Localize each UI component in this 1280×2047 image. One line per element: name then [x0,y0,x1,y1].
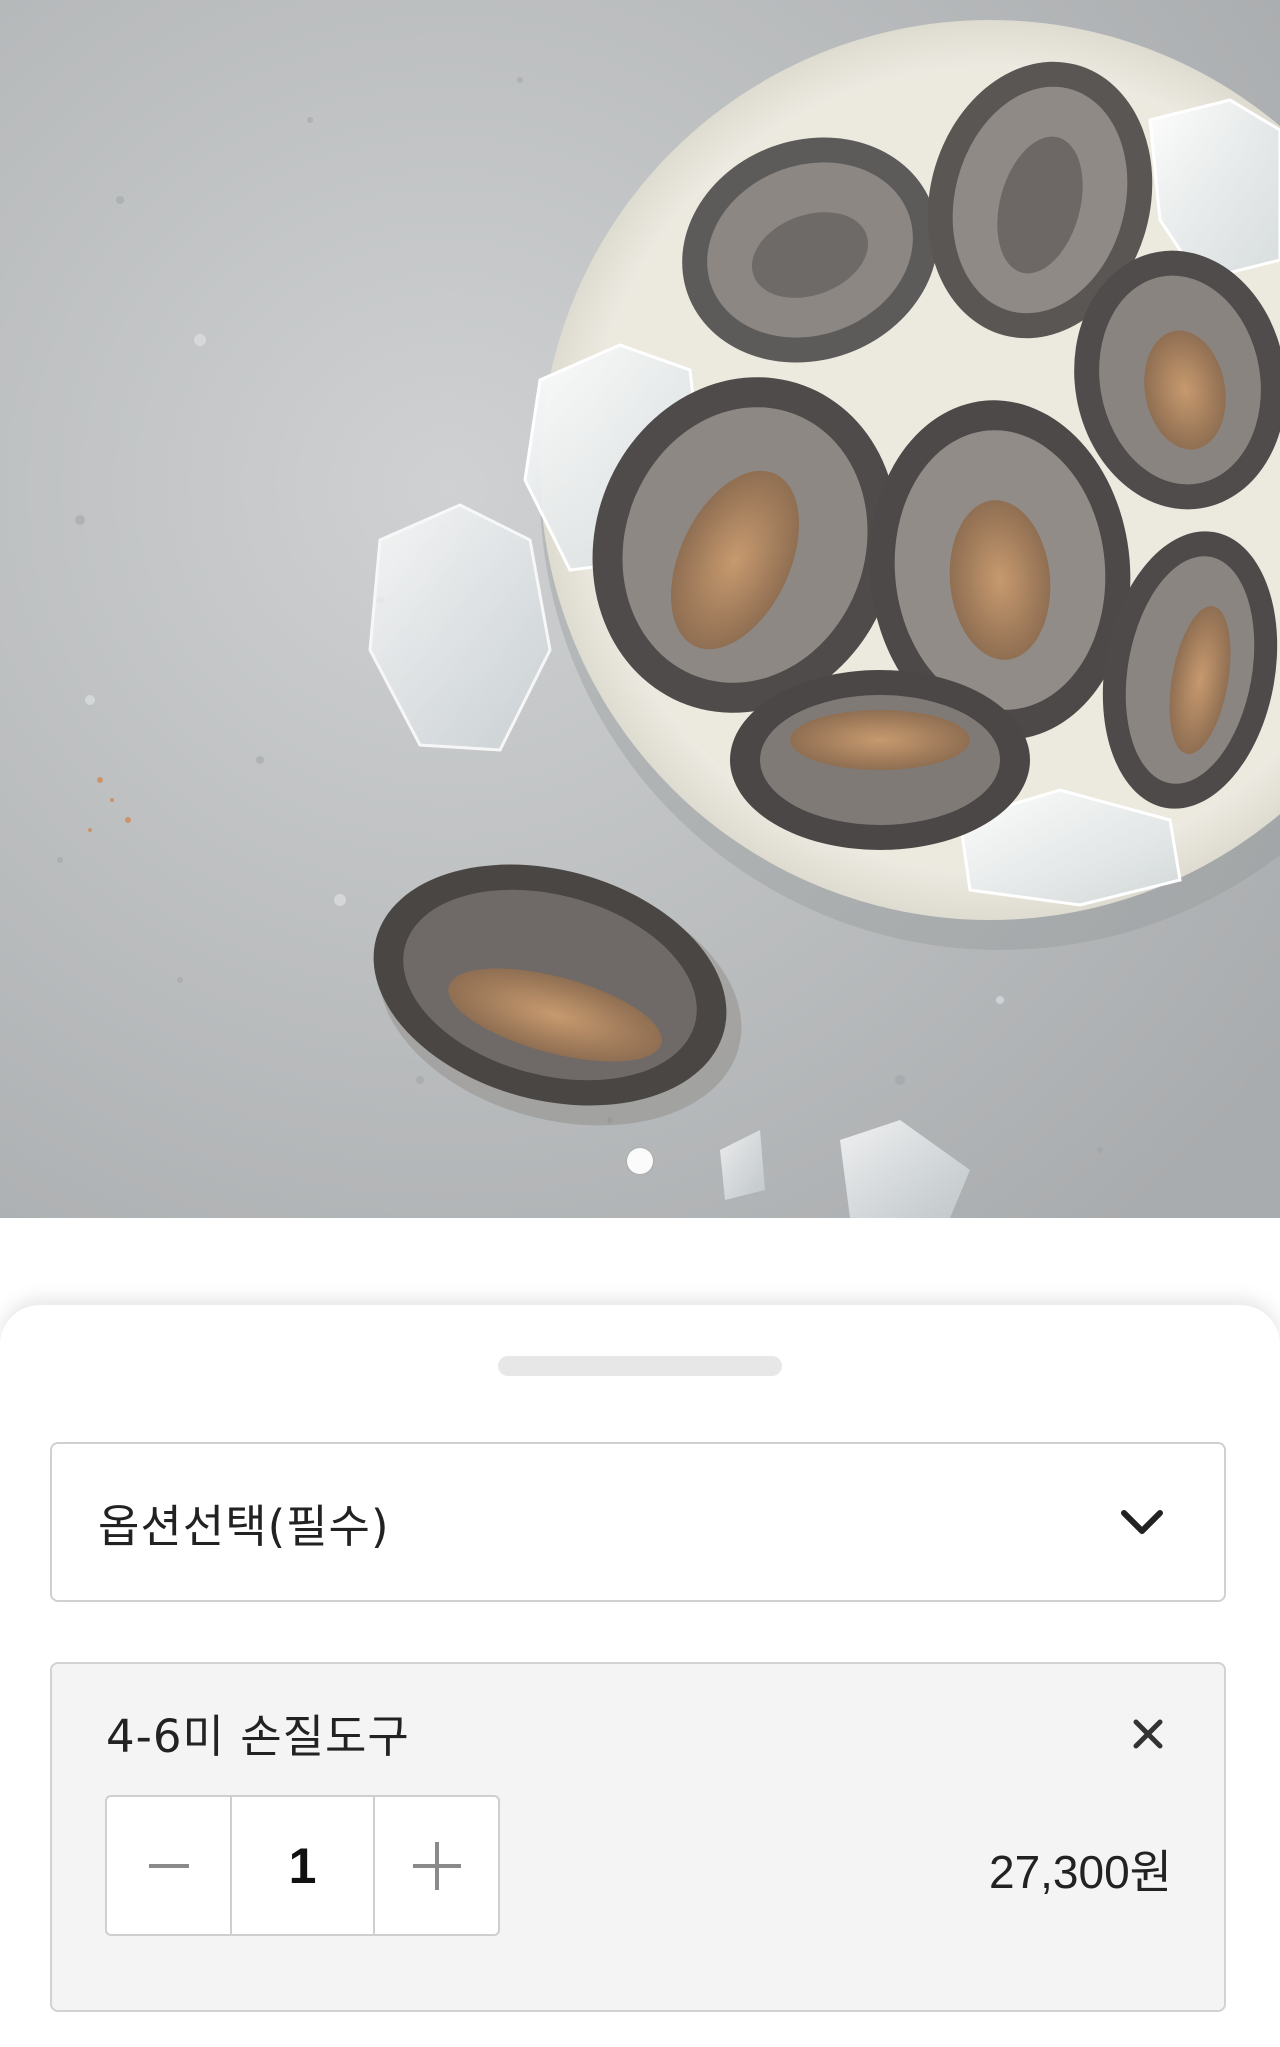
option-price: 27,300원 [988,1846,1172,1898]
option-bottom-sheet: 옵션선택(필수) 4-6미 손질도구 1 27,300원 [0,1305,1280,2047]
product-image[interactable] [0,0,1280,1218]
minus-icon [148,1863,189,1868]
option-select-dropdown[interactable]: 옵션선택(필수) [50,1442,1226,1602]
quantity-stepper: 1 [105,1795,500,1936]
selected-option-card: 4-6미 손질도구 1 27,300원 [50,1662,1226,2012]
decrease-quantity-button[interactable] [107,1797,230,1934]
close-icon[interactable] [1128,1714,1168,1754]
abalone-photo [0,0,1280,1218]
sheet-drag-handle[interactable] [498,1356,782,1376]
quantity-value[interactable]: 1 [230,1797,375,1934]
increase-quantity-button[interactable] [375,1797,498,1934]
carousel-indicator [0,1148,1280,1174]
selected-option-name: 4-6미 손질도구 [106,1710,410,1763]
carousel-dot-active[interactable] [627,1148,653,1174]
plus-icon [412,1841,461,1890]
chevron-down-icon [1121,1510,1163,1534]
option-select-label: 옵션선택(필수) [98,1499,390,1553]
